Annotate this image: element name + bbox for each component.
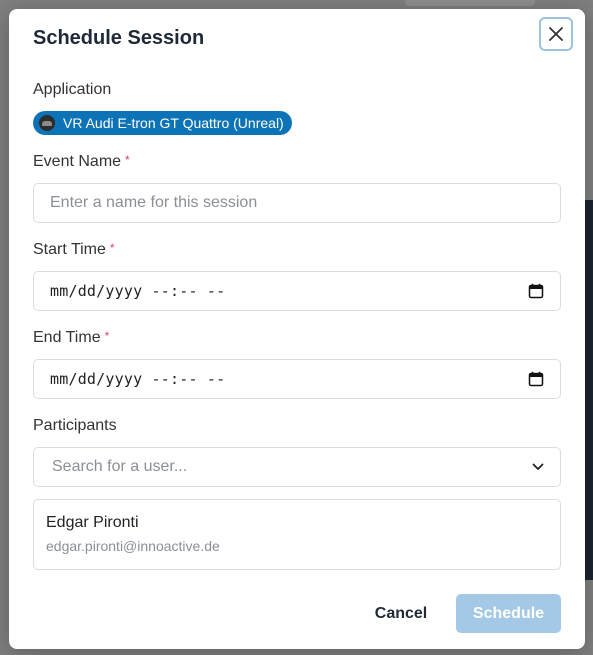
application-pill: VR Audi E-tron GT Quattro (Unreal)	[33, 111, 292, 135]
participant-email: edgar.pironti@innoactive.de	[46, 538, 220, 554]
end-time-value: mm/dd/yyyy --:-- --	[50, 370, 226, 388]
participant-search-select[interactable]: Search for a user...	[33, 447, 561, 487]
start-time-value: mm/dd/yyyy --:-- --	[50, 282, 226, 300]
required-mark: *	[104, 329, 110, 343]
participant-search-placeholder: Search for a user...	[52, 458, 188, 475]
event-name-field	[33, 183, 561, 223]
schedule-button[interactable]: Schedule	[456, 594, 561, 633]
close-button[interactable]	[539, 17, 573, 51]
start-time-input[interactable]: mm/dd/yyyy --:-- --	[33, 271, 561, 311]
start-time-label: Start Time *	[33, 241, 115, 259]
background-header-fragment	[405, 0, 535, 6]
application-name: VR Audi E-tron GT Quattro (Unreal)	[63, 115, 284, 131]
required-mark: *	[109, 241, 115, 255]
application-label: Application	[33, 81, 112, 98]
participants-label: Participants	[33, 417, 117, 434]
start-time-label-text: Start Time	[33, 241, 106, 258]
calendar-icon[interactable]	[528, 283, 544, 299]
app-thumbnail-icon	[39, 115, 55, 131]
schedule-session-modal: Schedule Session Application VR Audi E-t…	[9, 9, 585, 649]
required-mark: *	[125, 153, 130, 167]
end-time-input[interactable]: mm/dd/yyyy --:-- --	[33, 359, 561, 399]
event-name-input[interactable]	[34, 184, 560, 222]
end-time-label-text: End Time	[33, 329, 101, 346]
participant-name: Edgar Pironti	[46, 514, 139, 531]
event-name-label-text: Event Name	[33, 153, 122, 170]
cancel-button[interactable]: Cancel	[363, 594, 439, 633]
event-name-label: Event Name *	[33, 153, 130, 171]
calendar-icon[interactable]	[528, 371, 544, 387]
close-icon	[549, 27, 563, 41]
participant-list-item: Edgar Pironti edgar.pironti@innoactive.d…	[33, 499, 561, 570]
modal-title: Schedule Session	[33, 27, 205, 49]
end-time-label: End Time *	[33, 329, 109, 347]
chevron-down-icon	[532, 463, 544, 470]
